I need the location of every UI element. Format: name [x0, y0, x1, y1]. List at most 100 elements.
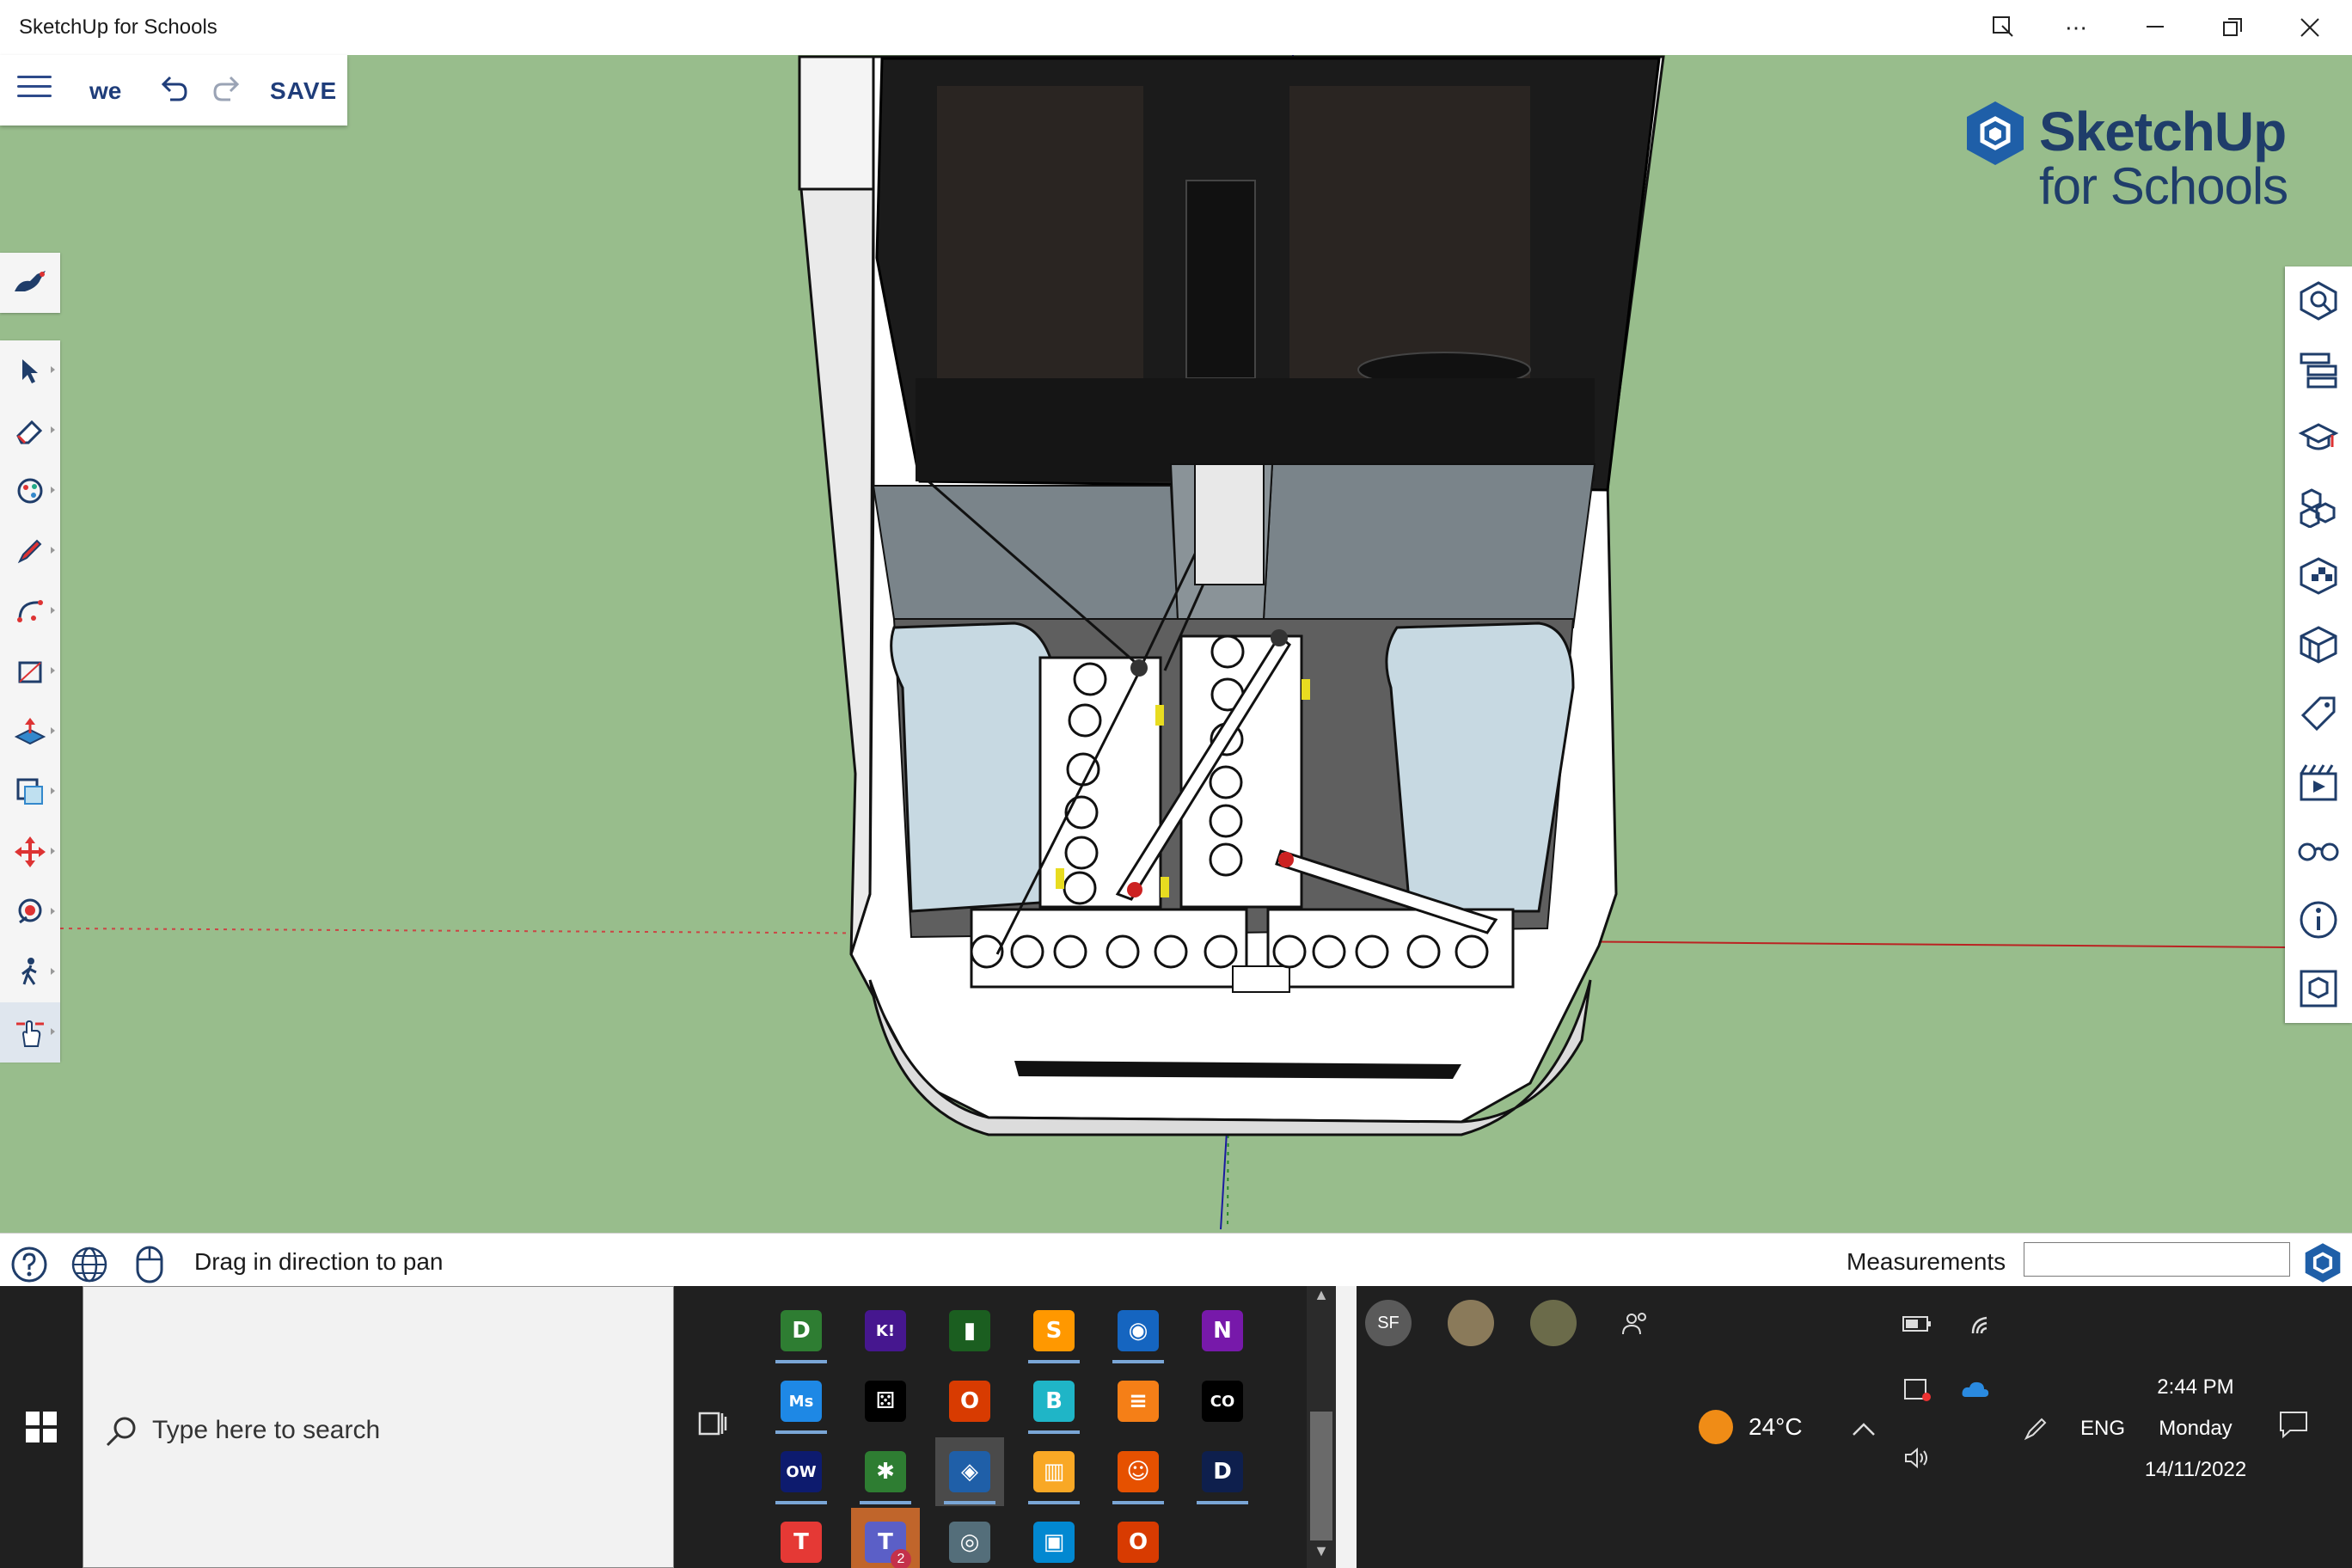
app-b-glyph: B — [1033, 1381, 1075, 1422]
scroll-down-icon[interactable]: ▼ — [1307, 1542, 1336, 1568]
windows-start-icon[interactable] — [0, 1286, 83, 1568]
app-scratch-icon[interactable]: S — [1020, 1296, 1088, 1365]
move-icon[interactable] — [0, 822, 60, 882]
minimize-icon[interactable] — [2116, 0, 2194, 55]
scenes-icon[interactable] — [2285, 748, 2352, 817]
app-t-icon[interactable]: T — [767, 1508, 836, 1568]
app-kahoot-icon[interactable]: K! — [851, 1296, 920, 1365]
paint-bucket-icon[interactable] — [0, 461, 60, 521]
avatar-person[interactable] — [1530, 1300, 1577, 1346]
task-view-icon[interactable] — [695, 1406, 736, 1448]
app-dice-icon[interactable]: ⚄ — [851, 1367, 920, 1436]
components-icon[interactable] — [2285, 473, 2352, 542]
hamburger-menu-icon[interactable] — [17, 76, 52, 105]
app-stack-icon[interactable]: ≡ — [1104, 1367, 1173, 1436]
mouse-icon[interactable] — [134, 1246, 172, 1283]
language-indicator[interactable]: ENG — [2080, 1417, 2125, 1441]
learn-icon[interactable] — [2285, 404, 2352, 473]
orbit-icon[interactable] — [0, 882, 60, 942]
walk-icon[interactable] — [0, 942, 60, 1002]
onedrive-icon[interactable] — [1958, 1372, 1993, 1406]
avatar-sf[interactable]: SF — [1365, 1300, 1412, 1346]
avatar-group[interactable] — [1448, 1300, 1494, 1346]
weather-widget[interactable]: 24°C — [1699, 1406, 1871, 1449]
offset-icon[interactable] — [0, 762, 60, 822]
display-icon[interactable] — [2285, 817, 2352, 885]
window-title: SketchUp for Schools — [19, 15, 217, 39]
app-b-icon[interactable]: B — [1020, 1367, 1088, 1436]
meet-now-icon[interactable] — [1900, 1372, 1934, 1406]
pan-icon[interactable] — [0, 1002, 60, 1063]
battery-icon[interactable] — [1900, 1307, 1934, 1341]
redo-icon[interactable] — [210, 72, 244, 107]
chevron-up-icon[interactable] — [1847, 1412, 1881, 1446]
clock-date[interactable]: 14/11/2022 — [2127, 1458, 2264, 1482]
undo-icon[interactable] — [156, 72, 191, 107]
app-camera-icon[interactable]: ◎ — [935, 1508, 1004, 1568]
app-math-glyph: Ms — [781, 1381, 822, 1422]
pencil-icon[interactable] — [0, 521, 60, 581]
left-toolbar — [0, 340, 60, 1063]
materials-icon[interactable] — [2285, 542, 2352, 610]
app-d-icon[interactable]: D — [767, 1296, 836, 1365]
clock-time[interactable]: 2:44 PM — [2127, 1375, 2264, 1400]
app-chart-icon[interactable]: ▮ — [935, 1296, 1004, 1365]
file-name[interactable]: we — [89, 77, 121, 105]
search-placeholder: Type here to search — [152, 1416, 381, 1444]
clock-day[interactable]: Monday — [2127, 1417, 2264, 1441]
pen-icon[interactable] — [2018, 1412, 2053, 1446]
taskbar-search-box[interactable]: Type here to search — [83, 1286, 674, 1568]
people-icon[interactable] — [1618, 1307, 1652, 1341]
app-remote-icon[interactable]: ▣ — [1020, 1508, 1088, 1568]
scroll-up-icon[interactable]: ▲ — [1307, 1286, 1336, 1312]
app-office-glyph: O — [949, 1381, 990, 1422]
wifi-icon[interactable] — [1965, 1307, 2000, 1341]
running-indicator — [944, 1501, 995, 1504]
search-tool-icon[interactable] — [0, 253, 60, 313]
app-onenote-icon[interactable]: N — [1188, 1296, 1257, 1365]
app-teams-icon[interactable]: T2 — [851, 1508, 920, 1568]
app-code-icon[interactable]: CO — [1188, 1367, 1257, 1436]
app-bug-icon[interactable]: ✱ — [851, 1437, 920, 1506]
info-icon[interactable] — [2285, 885, 2352, 954]
app-ow-icon[interactable]: OW — [767, 1437, 836, 1506]
app-figure-icon[interactable]: ☺ — [1104, 1437, 1173, 1506]
restore-icon[interactable] — [2194, 0, 2271, 55]
outliner-icon[interactable] — [2285, 335, 2352, 404]
rectangle-icon[interactable] — [0, 641, 60, 701]
help-icon[interactable] — [10, 1246, 48, 1283]
running-indicator — [775, 1430, 827, 1434]
gallery-icon[interactable] — [1965, 0, 2043, 55]
save-button[interactable]: SAVE — [270, 77, 337, 105]
app-piano-glyph: ▥ — [1033, 1451, 1075, 1492]
search-tool-button[interactable] — [0, 253, 60, 313]
push-pull-icon[interactable] — [0, 701, 60, 762]
taskbar-scrollbar[interactable]: ▲ ▼ — [1307, 1286, 1336, 1568]
running-indicator — [1028, 1430, 1080, 1434]
app-piano-icon[interactable]: ▥ — [1020, 1437, 1088, 1506]
eraser-icon[interactable] — [0, 401, 60, 461]
volume-icon[interactable] — [1900, 1441, 1934, 1475]
3d-warehouse-icon[interactable] — [2285, 954, 2352, 1023]
more-icon[interactable]: ⋯ — [2037, 0, 2115, 55]
app-robot-icon[interactable]: ◉ — [1104, 1296, 1173, 1365]
app-sketchup-icon[interactable]: ◈ — [935, 1437, 1004, 1506]
app-office2-icon[interactable]: O — [1104, 1508, 1173, 1568]
close-icon[interactable] — [2271, 0, 2349, 55]
measurements-input[interactable] — [2024, 1242, 2290, 1277]
globe-icon[interactable] — [70, 1246, 108, 1283]
arc-icon[interactable] — [0, 581, 60, 641]
app-math-icon[interactable]: Ms — [767, 1367, 836, 1436]
taskbar: Type here to search D K! ▮ S ◉ N Ms ⚄ O B ≡ CO OW ✱ ◈ ▥… — [0, 1286, 2352, 1568]
app-office-icon[interactable]: O — [935, 1367, 1004, 1436]
instructor-icon[interactable] — [2285, 266, 2352, 335]
right-toolbar — [2285, 266, 2352, 1023]
tags-icon[interactable] — [2285, 679, 2352, 748]
notification-icon[interactable] — [2278, 1410, 2312, 1444]
app-remote-glyph: ▣ — [1033, 1522, 1075, 1563]
select-icon[interactable] — [0, 340, 60, 401]
scroll-thumb[interactable] — [1310, 1412, 1332, 1540]
modeling-viewport[interactable] — [0, 55, 2352, 1233]
styles-icon[interactable] — [2285, 610, 2352, 679]
app-dashlane-icon[interactable]: D — [1188, 1437, 1257, 1506]
